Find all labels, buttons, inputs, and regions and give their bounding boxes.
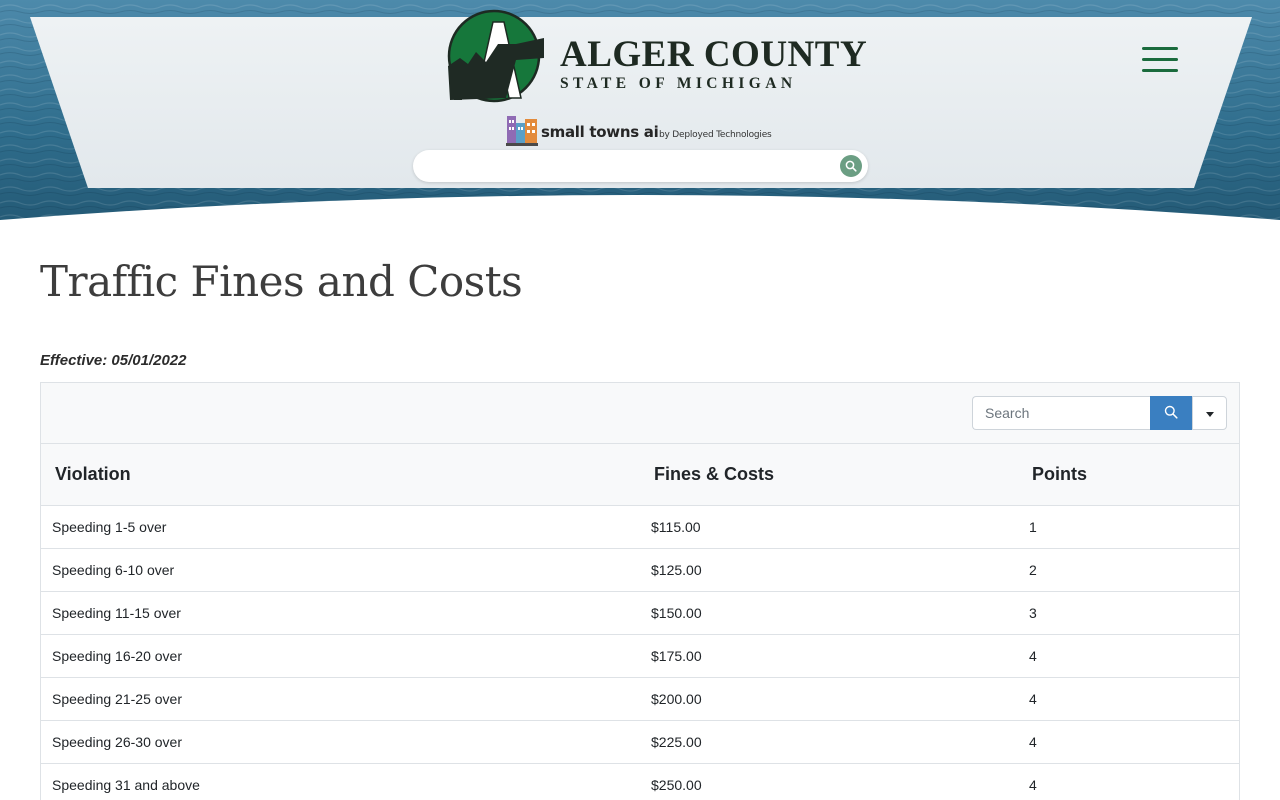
table-toolbar (41, 383, 1239, 444)
points-cell: 4 (1020, 720, 1239, 764)
powered-by-logo[interactable]: small towns ai by Deployed Technologies (506, 114, 786, 146)
logo-subtitle: STATE OF MICHIGAN (560, 75, 797, 92)
violation-cell: Speeding 26-30 over (41, 720, 640, 764)
points-cell: 4 (1020, 634, 1239, 678)
table-search-input[interactable] (972, 396, 1151, 430)
violation-cell: Speeding 1-5 over (41, 505, 640, 549)
county-logo[interactable]: ALGER COUNTY STATE OF MICHIGAN (446, 8, 867, 104)
county-emblem-icon (447, 9, 544, 103)
column-header-fines-costs[interactable]: Fines & Costs (640, 444, 1020, 506)
table-header-row: Violation Fines & Costs Points (41, 444, 1239, 506)
table-row: Speeding 31 and above $250.00 4 (41, 763, 1239, 800)
table-row: Speeding 26-30 over $225.00 4 (41, 720, 1239, 764)
fines-table-card: Violation Fines & Costs Points Speeding … (40, 382, 1240, 800)
table-row: Speeding 1-5 over $115.00 1 (41, 505, 1239, 549)
violation-cell: Speeding 31 and above (41, 763, 640, 800)
logo-title: ALGER COUNTY (560, 34, 868, 75)
ai-search-button[interactable] (840, 155, 862, 177)
violation-cell: Speeding 11-15 over (41, 591, 640, 635)
powered-by-company: by Deployed Technologies (659, 130, 772, 140)
ai-search-bar (413, 150, 868, 182)
fine-cell: $250.00 (640, 763, 1020, 800)
violation-cell: Speeding 6-10 over (41, 548, 640, 592)
search-icon (845, 160, 857, 172)
violation-cell: Speeding 16-20 over (41, 634, 640, 678)
fine-cell: $150.00 (640, 591, 1020, 635)
powered-by-name: small towns ai (541, 123, 659, 141)
fine-cell: $225.00 (640, 720, 1020, 764)
fine-cell: $115.00 (640, 505, 1020, 549)
hamburger-icon-line (1142, 69, 1178, 72)
fine-cell: $200.00 (640, 677, 1020, 721)
points-cell: 3 (1020, 591, 1239, 635)
fine-cell: $175.00 (640, 634, 1020, 678)
site-header: ALGER COUNTY STATE OF MICHIGAN small tow… (0, 0, 1280, 222)
hamburger-icon-line (1142, 58, 1178, 61)
column-header-points[interactable]: Points (1020, 444, 1239, 506)
fines-table: Violation Fines & Costs Points Speeding … (41, 444, 1239, 800)
table-row: Speeding 16-20 over $175.00 4 (41, 634, 1239, 678)
column-header-violation[interactable]: Violation (41, 444, 640, 506)
caret-down-icon (1206, 412, 1214, 417)
fine-cell: $125.00 (640, 548, 1020, 592)
points-cell: 4 (1020, 763, 1239, 800)
hamburger-icon-line (1142, 47, 1178, 50)
search-icon (1164, 405, 1178, 419)
town-buildings-icon (506, 116, 538, 146)
table-search-button[interactable] (1150, 396, 1192, 430)
effective-date: Effective: 05/01/2022 (40, 352, 187, 369)
violation-cell: Speeding 21-25 over (41, 677, 640, 721)
points-cell: 1 (1020, 505, 1239, 549)
table-options-dropdown[interactable] (1192, 396, 1227, 430)
page-title: Traffic Fines and Costs (40, 257, 523, 306)
ai-search-input[interactable] (427, 154, 827, 178)
hamburger-menu-button[interactable] (1140, 44, 1180, 76)
table-row: Speeding 21-25 over $200.00 4 (41, 677, 1239, 721)
points-cell: 2 (1020, 548, 1239, 592)
points-cell: 4 (1020, 677, 1239, 721)
table-row: Speeding 11-15 over $150.00 3 (41, 591, 1239, 635)
table-row: Speeding 6-10 over $125.00 2 (41, 548, 1239, 592)
